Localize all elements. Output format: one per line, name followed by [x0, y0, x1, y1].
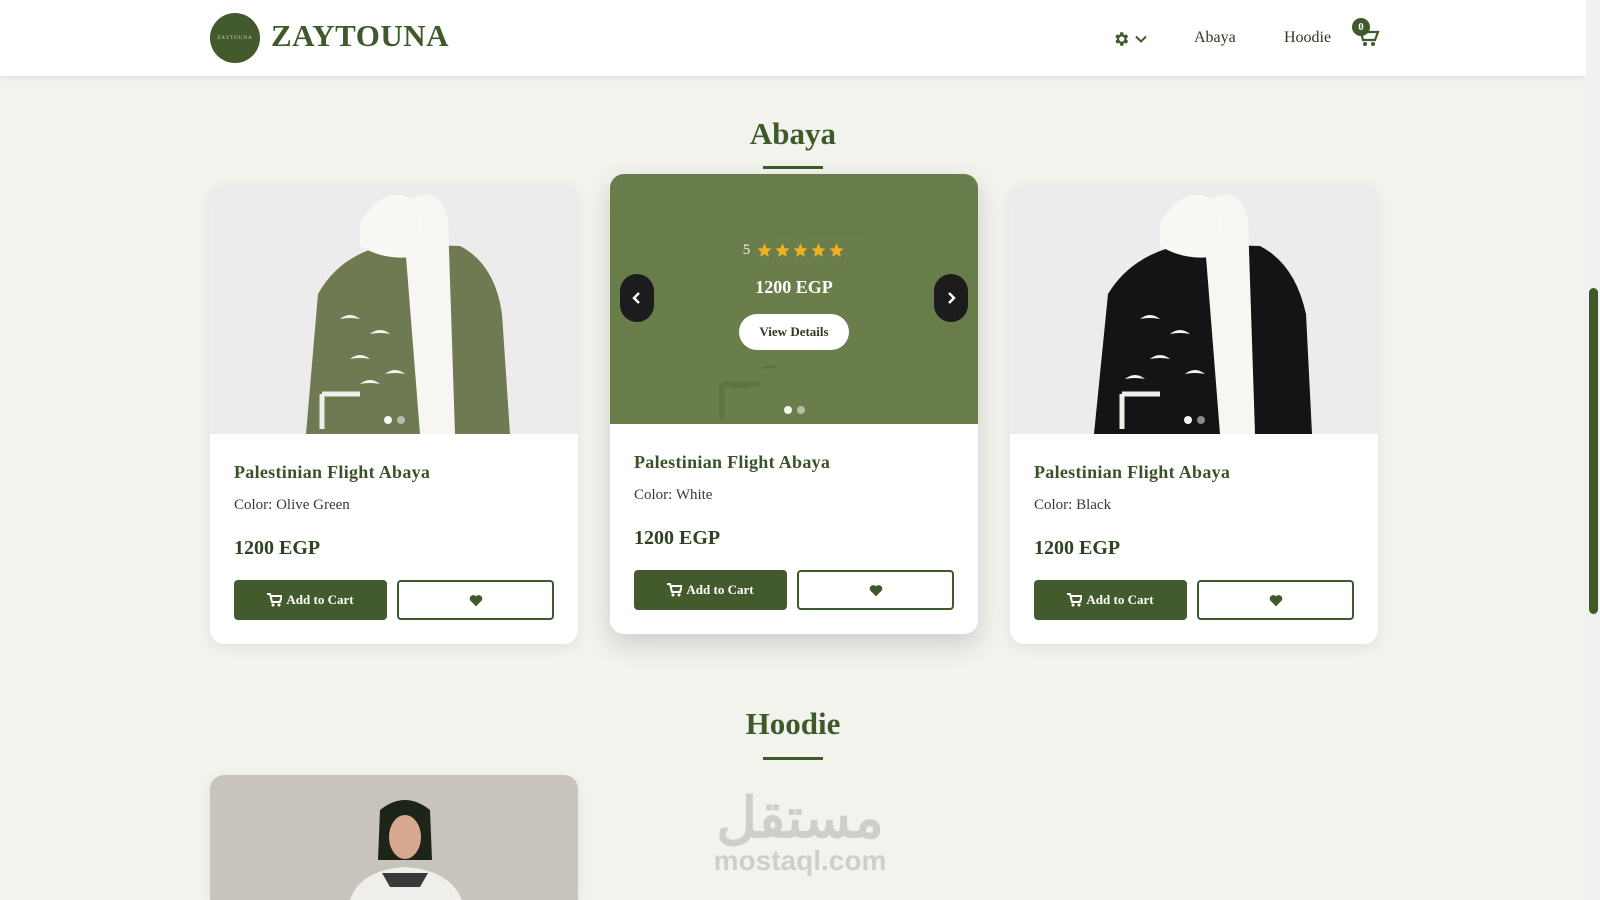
wishlist-button[interactable]	[797, 570, 954, 610]
cart-count-badge: 0	[1352, 18, 1370, 36]
add-to-cart-button[interactable]: Add to Cart	[634, 570, 787, 610]
gear-icon	[1115, 32, 1129, 46]
add-to-cart-label: Add to Cart	[286, 592, 354, 607]
image-carousel-dots	[610, 406, 978, 414]
carousel-dot[interactable]	[796, 406, 805, 414]
site-header: ZAYTOUNA ZAYTOUNA Abaya Hoodie 0	[0, 0, 1586, 76]
product-card[interactable]: Palestinian Flight Abaya Color: Black 12…	[1010, 184, 1378, 644]
add-to-cart-label: Add to Cart	[686, 582, 754, 597]
overlay-price: 1200 EGP	[755, 277, 833, 297]
view-details-button[interactable]: View Details	[739, 314, 849, 350]
product-photo[interactable]	[210, 775, 578, 900]
add-to-cart-button[interactable]: Add to Cart	[1034, 580, 1187, 620]
image-carousel-dots	[210, 416, 578, 424]
cart-icon	[1067, 593, 1083, 607]
product-card[interactable]	[210, 775, 578, 900]
rating-stars	[756, 242, 845, 259]
product-image[interactable]	[210, 184, 578, 434]
star-icon	[775, 243, 790, 257]
product-image[interactable]	[1010, 184, 1378, 434]
cart-icon	[667, 583, 683, 597]
wishlist-button[interactable]	[1197, 580, 1354, 620]
section-underline	[763, 166, 823, 169]
product-card[interactable]: 5 1200 EGP View Details Palestinian Flig…	[610, 174, 978, 634]
brand-name[interactable]: ZAYTOUNA	[271, 18, 449, 54]
product-rating: 5	[743, 242, 846, 259]
heart-icon	[1269, 594, 1282, 606]
carousel-next-button[interactable]	[934, 274, 968, 322]
brand-logo[interactable]: ZAYTOUNA	[210, 13, 260, 63]
product-hover-overlay: 5 1200 EGP View Details	[610, 174, 978, 424]
section-underline	[763, 757, 823, 760]
chevron-left-icon	[632, 292, 640, 304]
product-price: 1200 EGP	[634, 527, 721, 549]
scrollbar-thumb[interactable]	[1589, 288, 1598, 614]
product-photo	[1010, 184, 1378, 434]
add-to-cart-button[interactable]: Add to Cart	[234, 580, 387, 620]
chevron-down-icon	[1135, 35, 1147, 43]
product-name[interactable]: Palestinian Flight Abaya	[234, 462, 554, 483]
image-carousel-dots	[1010, 416, 1378, 424]
star-icon	[793, 243, 808, 257]
product-name[interactable]: Palestinian Flight Abaya	[634, 452, 954, 473]
product-price: 1200 EGP	[234, 537, 321, 559]
watermark: مستقل mostaql.com	[700, 790, 900, 876]
star-icon	[829, 243, 844, 257]
rating-value: 5	[742, 242, 751, 258]
carousel-dot[interactable]	[396, 416, 405, 424]
carousel-dot[interactable]	[1196, 416, 1205, 424]
settings-dropdown[interactable]	[1112, 28, 1148, 50]
product-name[interactable]: Palestinian Flight Abaya	[1034, 462, 1354, 483]
section-title-hoodie: Hoodie	[745, 706, 841, 741]
product-image[interactable]: 5 1200 EGP View Details	[610, 174, 978, 424]
watermark-latin: mostaql.com	[713, 845, 887, 876]
section-title-abaya: Abaya	[749, 116, 837, 151]
product-color: Color: White	[634, 487, 713, 503]
product-card[interactable]: Palestinian Flight Abaya Color: Olive Gr…	[210, 184, 578, 644]
carousel-dot[interactable]	[383, 416, 392, 424]
cart-icon	[267, 593, 283, 607]
star-icon	[811, 243, 826, 257]
nav-link-abaya[interactable]: Abaya	[1194, 29, 1236, 47]
carousel-dot[interactable]	[1183, 416, 1192, 424]
chevron-right-icon	[948, 292, 956, 304]
product-photo	[210, 184, 578, 434]
carousel-prev-button[interactable]	[620, 274, 654, 322]
heart-icon	[869, 584, 882, 596]
watermark-arabic: مستقل	[716, 786, 884, 849]
heart-icon	[469, 594, 482, 606]
product-price: 1200 EGP	[1034, 537, 1121, 559]
product-color: Color: Olive Green	[234, 497, 350, 513]
logo-text: ZAYTOUNA	[217, 35, 253, 41]
carousel-dot[interactable]	[783, 406, 792, 414]
add-to-cart-label: Add to Cart	[1086, 592, 1154, 607]
star-icon	[757, 243, 772, 257]
nav-link-hoodie[interactable]: Hoodie	[1284, 29, 1331, 47]
wishlist-button[interactable]	[397, 580, 554, 620]
product-color: Color: Black	[1034, 497, 1112, 513]
